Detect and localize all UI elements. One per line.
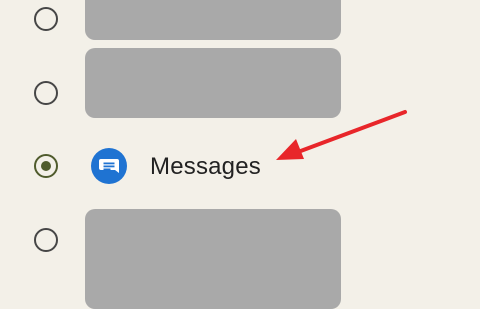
arrow-annotation-icon [276, 110, 407, 160]
